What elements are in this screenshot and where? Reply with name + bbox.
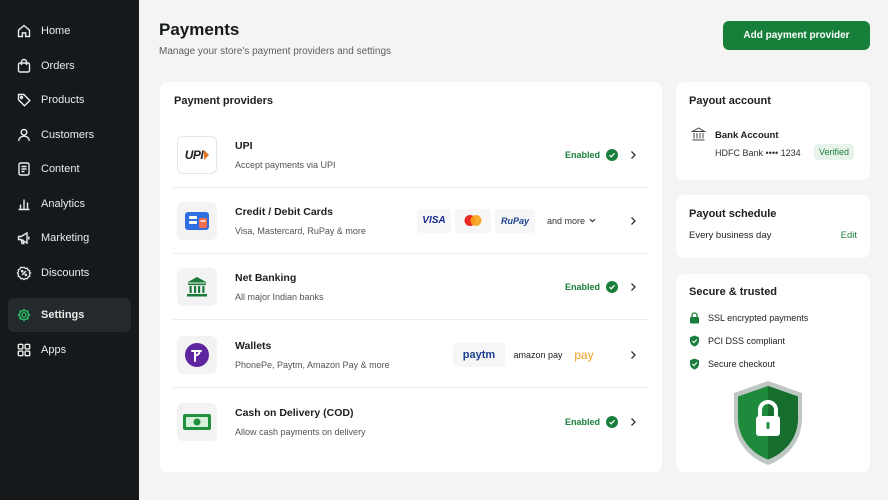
provider-row-upi[interactable]: UPI UPI Accept payments via UPI Enabled [173,122,649,188]
shield-check-icon [690,335,699,347]
security-shield-lock-icon [734,381,802,465]
shield-check-icon [690,358,699,370]
discount-icon [16,265,32,281]
status-badge: Enabled [565,148,618,161]
trust-item-ssl: SSL encrypted payments [689,312,808,324]
sidebar-item-apps[interactable]: Apps [8,333,131,368]
check-circle-icon [606,280,618,293]
sidebar-item-label: Marketing [41,232,90,245]
upi-logo-icon: UPI [177,135,217,174]
amazon-pay-logo: amazon pay [513,349,563,360]
chevron-right-icon[interactable] [627,416,639,428]
paytm-logo: paytm [453,342,505,367]
chevron-right-icon[interactable] [627,349,639,361]
rupay-logo: RuPay [494,208,535,233]
bank-account-name: Bank Account [715,130,779,141]
card-title: Secure & trusted [689,286,778,298]
schedule-value: Every business day [689,230,772,241]
provider-name: Cash on Delivery (COD) [235,407,354,419]
sidebar-item-label: Customers [41,128,95,141]
payment-providers-card: Payment providers UPI UPI Accept payment… [160,82,662,472]
sidebar-item-content[interactable]: Content [8,152,131,187]
payout-account-card: Payout account Bank Account HDFC Bank ••… [676,82,870,180]
provider-description: Visa, Mastercard, RuPay & more [235,225,366,236]
document-icon [16,161,32,177]
card-title: Payment providers [174,95,274,107]
megaphone-icon [16,230,32,246]
provider-description: All major Indian banks [235,291,324,302]
sidebar-item-label: Home [41,25,71,38]
sidebar-item-analytics[interactable]: Analytics [8,187,131,222]
provider-row-wallets[interactable]: Wallets PhonePe, Paytm, Amazon Pay & mor… [173,322,649,388]
sidebar-item-label: Discounts [41,266,90,279]
sidebar-item-products[interactable]: Products [8,83,131,118]
wallet-brands: paytm amazon pay pay [449,342,597,367]
gear-icon [16,307,32,323]
verified-badge: Verified [814,144,855,160]
sidebar: Home Orders Products Customers Content A… [0,0,139,500]
mastercard-logo-icon [454,208,491,233]
chevron-right-icon[interactable] [627,281,639,293]
provider-row-netbanking[interactable]: Net Banking All major Indian banks Enabl… [173,254,649,320]
sidebar-item-label: Orders [41,59,75,72]
person-icon [16,127,32,143]
home-icon [16,23,32,39]
bank-building-icon [177,267,217,306]
provider-name: Wallets [235,339,272,352]
trust-item-checkout: Secure checkout [689,358,775,370]
card-title: Payout account [689,95,771,107]
sidebar-item-marketing[interactable]: Marketing [8,221,131,256]
trust-item-pci: PCI DSS compliant [689,335,785,347]
provider-description: Allow cash payments on delivery [235,427,366,437]
card-brands: VISA RuPay and more [413,208,597,233]
provider-description: PhonePe, Paytm, Amazon Pay & more [235,359,390,370]
apps-grid-icon [16,342,32,358]
sidebar-item-settings[interactable]: Settings [8,298,131,332]
bag-icon [16,58,32,74]
provider-name: Net Banking [235,271,297,284]
provider-description: Accept payments via UPI [235,159,336,170]
sidebar-item-orders[interactable]: Orders [8,49,131,84]
chevron-right-icon[interactable] [627,215,639,227]
status-badge: Enabled [565,416,618,428]
provider-name: UPI [235,139,253,152]
payout-schedule-card: Payout schedule Every business day Edit [676,195,870,258]
visa-logo: VISA [416,208,451,233]
card-title: Payout schedule [689,208,777,220]
sidebar-item-label: Apps [41,344,67,357]
provider-name: Credit / Debit Cards [235,205,334,218]
and-more-dropdown[interactable]: and more [547,216,597,226]
sidebar-item-home[interactable]: Home [8,14,131,49]
secure-trusted-card: Secure & trusted SSL encrypted payments … [676,274,870,472]
bar-chart-icon [16,196,32,212]
sidebar-item-label: Products [41,94,85,107]
lock-icon [690,312,699,324]
sidebar-item-label: Settings [41,309,85,321]
sidebar-item-label: Analytics [41,197,86,210]
tag-icon [16,92,32,108]
edit-schedule-link[interactable]: Edit [841,230,857,241]
cash-note-icon [177,403,217,441]
bank-icon [691,127,706,141]
page-title: Payments [159,20,240,39]
page-subtitle: Manage your store's payment providers an… [159,46,392,57]
sidebar-item-customers[interactable]: Customers [8,118,131,153]
check-circle-icon [606,148,618,161]
pay-logo: pay [574,347,594,362]
bank-account-number: HDFC Bank •••• 1234 [715,148,801,158]
chevron-down-icon [589,218,596,223]
phonepe-logo-icon [177,335,217,374]
chevron-right-icon[interactable] [627,149,639,161]
status-badge: Enabled [565,280,618,293]
sidebar-item-discounts[interactable]: Discounts [8,256,131,291]
provider-row-cod[interactable]: Cash on Delivery (COD) Allow cash paymen… [173,389,649,455]
sidebar-item-label: Content [41,163,80,176]
check-circle-icon [606,416,618,428]
add-payment-provider-button[interactable]: Add payment provider [723,21,870,50]
credit-card-icon [177,201,217,240]
provider-row-cards[interactable]: Credit / Debit Cards Visa, Mastercard, R… [173,188,649,254]
